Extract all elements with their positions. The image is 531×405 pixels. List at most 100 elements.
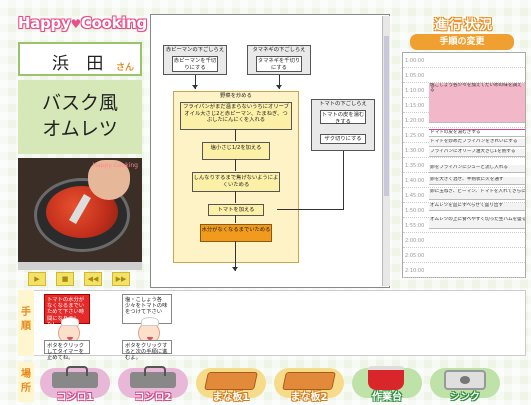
flow-step[interactable]: ザク切りにする (320, 134, 366, 144)
stove-icon (130, 366, 176, 388)
sink-icon (444, 370, 486, 390)
timeline-event[interactable]: オムレツの上に食べやすく切った生ハムを盛る (429, 217, 525, 229)
place-sink[interactable]: シンク (430, 366, 500, 403)
timeline-time: 1:25:00 (405, 133, 425, 139)
timeline-time: 1:50:00 (405, 208, 425, 214)
place-label: シンク (450, 392, 480, 403)
flow-step[interactable]: トマトを加える (208, 204, 264, 216)
recipe-title-line2: オムレツ (42, 118, 118, 140)
flow-group-title: 赤ピーマンの下ごしらえ (165, 47, 225, 53)
timeline-row: 2:10:00 (403, 267, 525, 278)
flow-group-title: 野菜を炒める (220, 93, 252, 99)
flow-connector (277, 209, 344, 210)
progress-title: 進行状況 (433, 18, 494, 33)
place-pot[interactable]: 作業台 (352, 366, 422, 403)
flow-connector (235, 159, 236, 171)
timeline-event[interactable]: 塩こしょう各少々を加えてたいめの味を調える (429, 83, 525, 123)
timeline-time: 2:00:00 (405, 238, 425, 244)
place-label: コンロ2 (134, 392, 172, 403)
steps-label: 手順 (18, 290, 34, 356)
logo-text-cooking: Cooking (80, 14, 147, 32)
timeline-row: 1:00:00 (403, 57, 525, 68)
timeline-row: 1:05:00 (403, 72, 525, 83)
timeline-time: 1:15:00 (405, 103, 425, 109)
timeline-row: 2:05:00 (403, 252, 525, 263)
change-order-button[interactable]: 手順の変更 (410, 34, 514, 50)
flow-arrow (232, 267, 238, 271)
flow-connector (235, 191, 236, 203)
heart-icon: ♥ (70, 17, 81, 31)
timeline-time: 1:05:00 (405, 73, 425, 79)
places-label: 場所 (18, 362, 34, 402)
timeline-event[interactable]: トマトを炒めたフライパンをきれいにする (429, 139, 525, 147)
timeline-time: 1:40:00 (405, 178, 425, 184)
flow-step[interactable]: 塩小さじ1/2を加える (202, 142, 270, 160)
video-controls: ▶ ■ ◀◀ ▶▶ (18, 272, 142, 286)
flow-connector (235, 215, 236, 223)
flow-arrow (192, 85, 198, 89)
timeline-event[interactable]: フライパンにオリーブ油大さじ1を熱する (429, 149, 525, 157)
timeline-row: 2:00:00 (403, 237, 525, 248)
timeline-event[interactable]: 卵をフライパンにジューと流し入れる (429, 165, 525, 173)
play-button[interactable]: ▶ (28, 272, 46, 286)
flow-group-onion: タマネギの下ごしらえ タマネギを千切りにする (247, 45, 311, 75)
cooking-video[interactable]: Happy Cooking (18, 158, 142, 262)
place-label: 作業台 (372, 392, 402, 403)
place-label: コンロ1 (56, 392, 94, 403)
progress-timeline: 1:00:00 1:05:00 1:10:00 1:15:00 1:20:00 1:25:… (402, 52, 526, 278)
place-label: まな板2 (290, 392, 328, 403)
flow-group-stir-fry: 野菜を炒める フライパンがまだ温まらないうちにオリーブオイル大さじ2と赤ピーマン… (173, 91, 299, 263)
recipe-title: バスク風 オムレツ (18, 90, 142, 142)
timeline-event[interactable]: 卵に玉ねぎ、ピーマン、トマトを入れてさらに軽く混ぜてまとめる (429, 189, 525, 200)
timeline-event[interactable]: 卵を大きく混ぜ、半熟状に火を通す (429, 177, 525, 185)
flow-arrow (276, 85, 282, 89)
timeline-event[interactable]: オムレツを皿にすべらせて盛り出す (429, 203, 525, 211)
flow-step[interactable]: しんなりするまで焦げないようによくいためる (192, 172, 280, 192)
flow-step-current[interactable]: 水分がなくなるまでいためる (200, 224, 272, 242)
logo-text-happy: Happy (18, 14, 71, 32)
flow-group-title: トマトの下ごしらえ (319, 101, 367, 107)
timeline-time: 1:00:00 (405, 58, 425, 64)
video-seek-bar[interactable] (18, 262, 142, 270)
timeline-time: 1:20:00 (405, 118, 425, 124)
flow-connector (235, 129, 236, 141)
recipe-title-line1: バスク風 (41, 92, 118, 114)
flow-group-tomato: トマトの下ごしらえ トマトの皮を湯むきする ザク切りにする (311, 99, 375, 151)
steps-panel (18, 290, 526, 356)
recipe-flowchart: 赤ピーマンの下ごしらえ 赤ピーマンを千切りにする タマネギの下ごしらえ タマネギ… (150, 14, 390, 288)
place-label: まな板1 (212, 392, 250, 403)
flow-connector (343, 151, 344, 209)
chef-hat-icon (141, 317, 159, 326)
hint-bubble: ボタをクリックすると次の手順に進むよ。 (122, 340, 172, 361)
flow-step[interactable]: トマトの皮を湯むきする (320, 110, 366, 125)
timeline-time: 1:10:00 (405, 88, 425, 94)
stove-icon (52, 366, 98, 388)
recipe-title-box: バスク風 オムレツ (18, 80, 142, 154)
flow-group-red-pepper: 赤ピーマンの下ごしらえ 赤ピーマンを千切りにする (163, 45, 227, 75)
timeline-time: 1:45:00 (405, 193, 425, 199)
timeline-time: 1:30:00 (405, 148, 425, 154)
timeline-time: 1:35:00 (405, 163, 425, 169)
place-board[interactable]: まな板2 (274, 366, 344, 403)
timeline-time: 2:05:00 (405, 253, 425, 259)
app-logo: Happy♥Cooking (18, 14, 147, 36)
user-name-box: 浜 田 さん (18, 42, 142, 76)
scrollbar-thumb[interactable] (384, 36, 389, 196)
rewind-button[interactable]: ◀◀ (84, 272, 102, 286)
flowchart-scrollbar[interactable] (382, 16, 390, 286)
user-suffix: さん (115, 63, 134, 73)
pot-icon (368, 366, 404, 390)
stop-button[interactable]: ■ (56, 272, 74, 286)
timeline-time: 1:55:00 (405, 223, 425, 229)
fast-forward-button[interactable]: ▶▶ (112, 272, 130, 286)
flow-step[interactable]: フライパンがまだ温まらないうちにオリーブオイル大さじ2と赤ピーマン、たまねぎ、つ… (180, 102, 292, 130)
timeline-event[interactable]: ドマトの皮を湯むきする (429, 129, 525, 137)
place-stove[interactable]: コンロ1 (40, 366, 110, 403)
chef-hat-icon (61, 317, 79, 326)
flow-step[interactable]: タマネギを千切りにする (256, 56, 302, 72)
flow-step[interactable]: 赤ピーマンを千切りにする (172, 56, 218, 72)
user-name: 浜 田 (52, 54, 110, 74)
place-stove[interactable]: コンロ2 (118, 366, 188, 403)
place-board[interactable]: まな板1 (196, 366, 266, 403)
video-overlay-tag: Happy Cooking (92, 162, 138, 169)
